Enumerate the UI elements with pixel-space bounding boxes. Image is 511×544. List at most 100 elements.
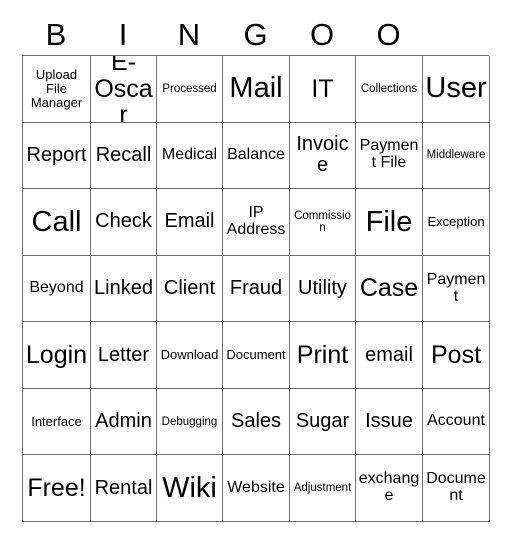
bingo-cell-label: Fraud <box>229 276 283 299</box>
bingo-header-letters: BINGOO <box>22 13 489 55</box>
bingo-cell-r2-c3[interactable]: Medical <box>157 122 223 190</box>
bingo-cell-label: Upload File Manager <box>30 67 83 110</box>
bingo-cell-r7-c4[interactable]: Website <box>223 455 290 523</box>
bingo-cell-r4-c2[interactable]: Linked <box>91 255 157 323</box>
bingo-cell-r4-c1[interactable]: Beyond <box>23 255 91 323</box>
bingo-header-letter-6: O <box>376 16 401 52</box>
bingo-cell-label: Login <box>25 340 88 369</box>
bingo-cell-r7-c5[interactable]: Adjustment <box>290 455 356 523</box>
bingo-cell-r6-c3[interactable]: Debugging <box>157 388 223 456</box>
bingo-cell-r7-c1[interactable]: Free! <box>23 455 91 523</box>
bingo-cell-r6-c1[interactable]: Interface <box>23 388 91 456</box>
bingo-cell-label: Admin <box>95 410 152 433</box>
bingo-cell-r3-c6[interactable]: File <box>356 189 423 256</box>
bingo-cell-r3-c5[interactable]: Commission <box>290 189 356 256</box>
bingo-cell-r5-c4[interactable]: Document <box>223 322 290 389</box>
bingo-cell-r1-c5[interactable]: IT <box>290 56 356 123</box>
bingo-cell-r5-c6[interactable]: email <box>356 322 423 389</box>
bingo-cell-r3-c4[interactable]: IP Address <box>223 189 290 256</box>
bingo-cell-r3-c3[interactable]: Email <box>157 189 223 256</box>
bingo-cell-label: Letter <box>97 343 150 366</box>
bingo-cell-r7-c3[interactable]: Wiki <box>157 455 223 523</box>
bingo-cell-r2-c4[interactable]: Balance <box>223 122 290 190</box>
bingo-cell-label: Issue <box>365 410 413 433</box>
bingo-cell-label: Utility <box>298 276 347 299</box>
bingo-cell-r4-c7[interactable]: Payment <box>423 255 490 323</box>
bingo-cell-label: Commission <box>294 209 351 234</box>
bingo-cell-label: Payment File <box>359 137 419 172</box>
bingo-cell-r3-c2[interactable]: Check <box>91 189 157 256</box>
bingo-cell-r3-c7[interactable]: Exception <box>423 189 490 256</box>
bingo-cell-r2-c1[interactable]: Report <box>23 122 91 190</box>
bingo-cell-r6-c2[interactable]: Admin <box>91 388 157 456</box>
bingo-cell-r5-c2[interactable]: Letter <box>91 322 157 389</box>
bingo-header-letter-2: I <box>118 16 128 52</box>
bingo-cell-label: Interface <box>31 413 82 429</box>
bingo-cell-r4-c4[interactable]: Fraud <box>223 255 290 323</box>
bingo-cell-label: Document <box>226 347 286 363</box>
bingo-cell-r2-c6[interactable]: Payment File <box>356 122 423 190</box>
bingo-cell-r2-c7[interactable]: Middleware <box>423 122 490 190</box>
bingo-cell-label: Mail <box>229 72 283 105</box>
bingo-cell-label: Recall <box>95 143 152 166</box>
bingo-cell-r6-c6[interactable]: Issue <box>356 388 423 456</box>
bingo-cell-r7-c7[interactable]: Document <box>423 455 490 523</box>
bingo-cell-r1-c6[interactable]: Collections <box>356 56 423 123</box>
bingo-row: Report Recall Medical Balance Invoice Payment… <box>23 122 490 190</box>
bingo-cell-r5-c5[interactable]: Print <box>290 322 356 389</box>
bingo-cell-label: Linked <box>94 276 153 299</box>
bingo-cell-label: Rental <box>94 476 153 499</box>
bingo-cell-label: Middleware <box>426 149 486 162</box>
bingo-cell-r2-c2[interactable]: Recall <box>91 122 157 190</box>
bingo-cell-label: Sugar <box>295 410 350 433</box>
bingo-cell-label: Collections <box>360 82 418 95</box>
bingo-cell-r5-c1[interactable]: Login <box>23 322 91 389</box>
bingo-header-letter-4: G <box>243 16 268 52</box>
bingo-cell-r4-c6[interactable]: Case <box>356 255 423 323</box>
bingo-cell-r1-c3[interactable]: Processed <box>157 56 223 123</box>
bingo-cell-label: Beyond <box>29 279 84 297</box>
bingo-row: Upload File Manager E-Oscar Processed Mail I… <box>23 56 490 123</box>
bingo-cell-label: Case <box>359 274 419 303</box>
bingo-cell-r5-c7[interactable]: Post <box>423 322 490 389</box>
bingo-row: Beyond Linked Client Fraud Utility Case Paymen… <box>23 255 490 323</box>
bingo-cell-label: Check <box>95 210 152 233</box>
bingo-cell-label: Free! <box>27 474 86 502</box>
bingo-cell-r7-c6[interactable]: exchange <box>356 455 423 523</box>
bingo-cell-r7-c2[interactable]: Rental <box>91 455 157 523</box>
bingo-cell-r3-c1[interactable]: Call <box>23 189 91 256</box>
bingo-grid: Upload File Manager E-Oscar Processed Mail I… <box>22 55 490 523</box>
bingo-header-letter-3: N <box>177 16 201 52</box>
bingo-cell-label: Debugging <box>161 415 218 428</box>
bingo-row: Login Letter Download Document Print email Pos… <box>23 322 490 389</box>
bingo-cell-label: Sales <box>230 410 282 433</box>
bingo-cell-label: Processed <box>162 82 217 95</box>
bingo-cell-label: Download <box>160 347 219 363</box>
bingo-row: Interface Admin Debugging Sales Sugar Issue Ac… <box>23 388 490 456</box>
bingo-cell-label: Exception <box>427 214 485 230</box>
bingo-cell-r6-c5[interactable]: Sugar <box>290 388 356 456</box>
bingo-cell-r1-c2[interactable]: E-Oscar <box>91 56 157 123</box>
bingo-cell-label: email <box>365 343 413 366</box>
bingo-cell-r1-c7[interactable]: User <box>423 56 490 123</box>
bingo-header-letter-1: B <box>45 16 67 52</box>
bingo-cell-label: Website <box>227 478 285 496</box>
bingo-cell-r6-c4[interactable]: Sales <box>223 388 290 456</box>
bingo-cell-r1-c4[interactable]: Mail <box>223 56 290 123</box>
bingo-cell-label: Print <box>296 340 349 369</box>
bingo-cell-r5-c3[interactable]: Download <box>157 322 223 389</box>
bingo-cell-label: IT <box>311 74 334 103</box>
bingo-cell-label: Post <box>430 340 482 369</box>
bingo-cell-r6-c7[interactable]: Account <box>423 388 490 456</box>
bingo-cell-r4-c3[interactable]: Client <box>157 255 223 323</box>
bingo-row: Free! Rental Wiki Website Adjustment exchange… <box>23 455 490 523</box>
bingo-cell-label: Client <box>163 276 216 299</box>
bingo-cell-label: Call <box>31 205 82 238</box>
bingo-cell-r4-c5[interactable]: Utility <box>290 255 356 323</box>
bingo-cell-label: Wiki <box>162 471 217 504</box>
bingo-row: Call Check Email IP Address Commission File Ex… <box>23 189 490 256</box>
bingo-cell-r1-c1[interactable]: Upload File Manager <box>23 56 91 123</box>
bingo-cell-r2-c5[interactable]: Invoice <box>290 122 356 190</box>
bingo-cell-label: User <box>425 72 487 105</box>
bingo-cell-label: Invoice <box>296 133 349 177</box>
